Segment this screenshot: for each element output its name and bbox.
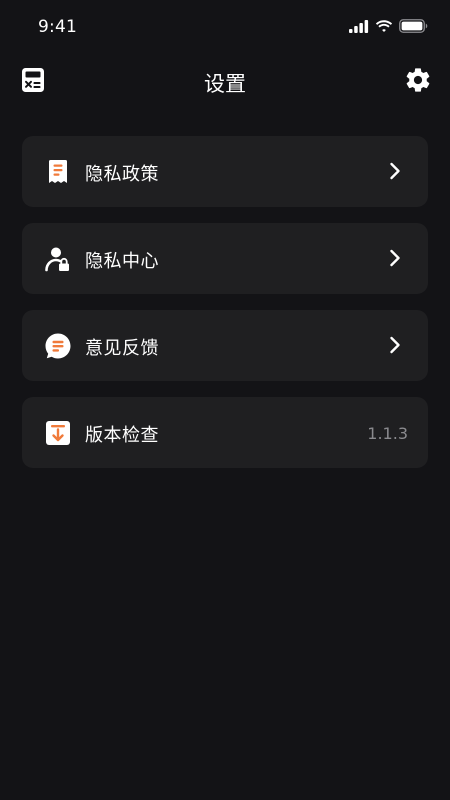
header: 设置 xyxy=(0,60,450,104)
menu-item-label: 意见反馈 xyxy=(85,338,159,359)
download-box-icon xyxy=(45,420,71,446)
battery-icon xyxy=(399,19,428,33)
chat-bubble-icon xyxy=(45,333,71,359)
settings-screen: 9:41 设置 隐私政策 隐私中心 意见反馈 版本检查 1.1.3 xyxy=(0,0,450,800)
status-bar: 9:41 xyxy=(0,0,450,54)
user-lock-icon xyxy=(45,246,71,272)
cellular-signal-icon xyxy=(349,19,369,33)
version-value: 1.1.3 xyxy=(367,424,408,443)
wifi-icon xyxy=(375,19,393,32)
menu-item-version-check[interactable]: 版本检查 1.1.3 xyxy=(22,397,428,468)
settings-button[interactable] xyxy=(404,66,432,94)
settings-menu: 隐私政策 隐私中心 意见反馈 版本检查 1.1.3 xyxy=(22,136,428,484)
status-time: 9:41 xyxy=(38,17,77,37)
receipt-document-icon xyxy=(45,159,71,185)
page-title: 设置 xyxy=(204,72,246,96)
chevron-right-icon xyxy=(390,336,400,354)
chevron-right-icon xyxy=(390,249,400,267)
gear-icon xyxy=(406,68,430,92)
chevron-right-icon xyxy=(390,162,400,180)
menu-item-privacy-policy[interactable]: 隐私政策 xyxy=(22,136,428,207)
menu-item-label: 隐私政策 xyxy=(85,164,159,185)
menu-item-privacy-center[interactable]: 隐私中心 xyxy=(22,223,428,294)
menu-item-label: 隐私中心 xyxy=(85,251,159,272)
menu-item-label: 版本检查 xyxy=(85,425,159,446)
status-icons xyxy=(349,19,428,33)
menu-item-feedback[interactable]: 意见反馈 xyxy=(22,310,428,381)
